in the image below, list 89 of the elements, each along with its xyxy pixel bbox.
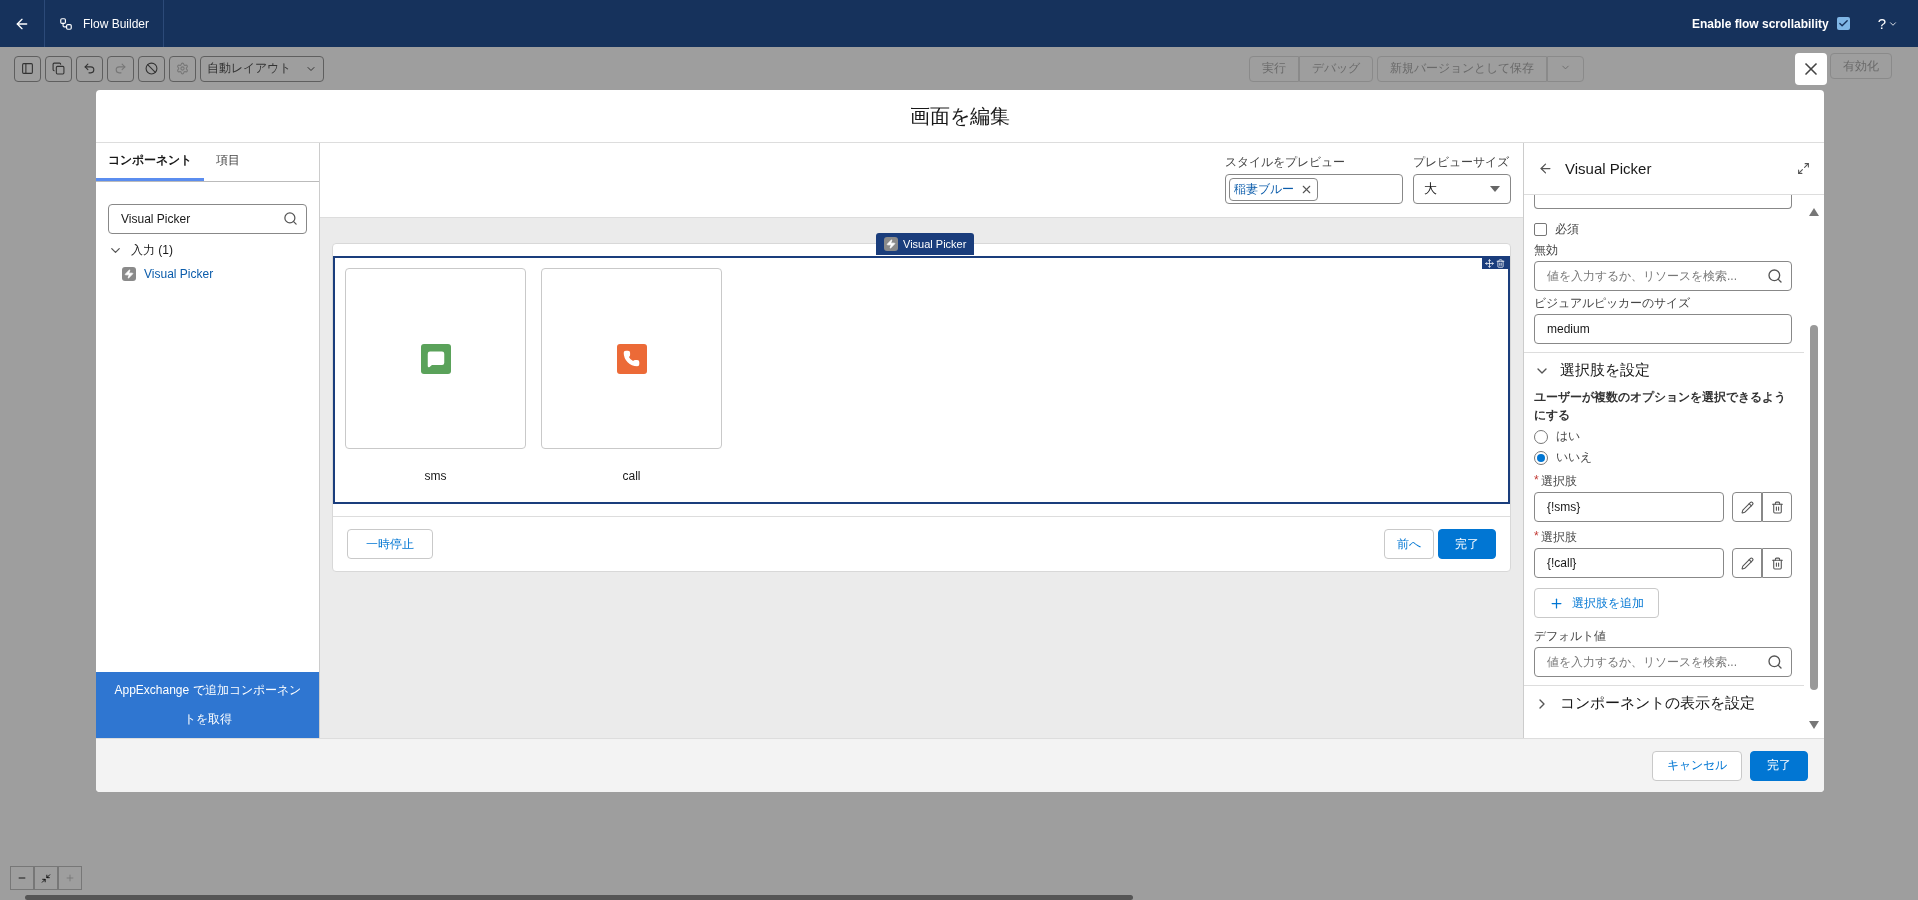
scroll-down-icon[interactable] xyxy=(1808,720,1820,730)
tag-label: Visual Picker xyxy=(903,238,967,250)
undo-button[interactable] xyxy=(76,55,103,82)
finish-button[interactable]: 完了 xyxy=(1438,529,1496,559)
trash-icon[interactable] xyxy=(1496,259,1505,268)
field-label: 無効 xyxy=(1534,242,1559,259)
lightning-icon xyxy=(122,267,136,281)
checkbox[interactable] xyxy=(1534,223,1547,236)
field-label: 選択肢 xyxy=(1540,473,1577,490)
required-mark: * xyxy=(1534,529,1539,545)
settings-button[interactable] xyxy=(169,55,196,82)
caret-icon xyxy=(1490,186,1500,192)
radio-label: いいえ xyxy=(1556,449,1592,466)
search-field[interactable]: Visual Picker xyxy=(108,204,307,234)
picker-tile[interactable] xyxy=(345,268,526,449)
trash-icon xyxy=(1770,556,1784,570)
search-icon xyxy=(1767,268,1783,284)
close-button[interactable] xyxy=(1795,53,1827,85)
help-menu[interactable]: ? xyxy=(1877,15,1898,32)
input-field[interactable]: 値を入力するか、リソースを検索... xyxy=(1534,647,1792,677)
cancel-button[interactable]: キャンセル xyxy=(1652,750,1742,781)
radio-label: はい xyxy=(1556,428,1580,445)
panel-title: Visual Picker xyxy=(1565,160,1652,177)
search-icon xyxy=(1767,654,1783,670)
done-button[interactable]: 完了 xyxy=(1750,750,1808,781)
required-mark: * xyxy=(1534,473,1539,489)
style-pill[interactable]: 稲妻ブルー xyxy=(1229,177,1318,201)
scrollability-label: Enable flow scrollability xyxy=(1691,16,1829,31)
trash-icon xyxy=(1770,500,1784,514)
plus-icon xyxy=(65,872,75,884)
section-header[interactable]: コンポーネントの表示を設定 xyxy=(1524,686,1804,721)
edit-button[interactable] xyxy=(1732,548,1762,578)
search-icon xyxy=(283,211,298,226)
modal-title: 画面を編集 xyxy=(96,90,1824,143)
edit-button[interactable] xyxy=(1732,492,1762,522)
add-choice-button[interactable]: 選択肢を追加 xyxy=(1534,588,1659,618)
panel-icon xyxy=(21,62,34,75)
question-label: ユーザーが複数のオプションを選択できるようにする xyxy=(1534,389,1787,424)
lightning-icon xyxy=(884,237,898,251)
field-label: 選択肢 xyxy=(1540,529,1577,546)
expand-icon[interactable] xyxy=(1797,162,1810,175)
appexchange-button[interactable]: AppExchange で追加コンポーネントを取得 xyxy=(96,672,319,738)
panel-toggle-button[interactable] xyxy=(14,55,41,82)
input-field[interactable]: medium xyxy=(1534,314,1792,344)
scroll-up-icon[interactable] xyxy=(1808,207,1820,217)
tab[interactable]: コンポーネント xyxy=(96,143,204,181)
tile-label: sms xyxy=(424,469,447,483)
field-label: ビジュアルピッカーのサイズ xyxy=(1534,295,1691,312)
tile-label: call xyxy=(622,469,641,483)
shrink-icon xyxy=(41,872,51,884)
checkbox[interactable] xyxy=(1836,17,1850,30)
layout-dropdown[interactable]: 自動レイアウト xyxy=(200,55,324,82)
ban-icon xyxy=(145,62,158,75)
delete-button[interactable] xyxy=(1762,548,1792,578)
picker-tile[interactable] xyxy=(541,268,722,449)
fit-button[interactable] xyxy=(34,866,58,890)
plus-icon xyxy=(1549,595,1564,611)
flow-icon xyxy=(59,16,73,31)
back-button[interactable]: 前へ xyxy=(1384,529,1434,559)
tab[interactable]: 項目 xyxy=(204,143,252,181)
style-field[interactable]: 稲妻ブルー xyxy=(1225,174,1403,204)
tree-group[interactable]: 入力 (1) xyxy=(96,234,319,259)
settings-icon xyxy=(176,62,189,75)
disable-button[interactable] xyxy=(138,55,165,82)
pencil-icon xyxy=(1740,556,1754,570)
phone-icon xyxy=(616,343,647,374)
checkbox-label: 必須 xyxy=(1555,221,1579,238)
field-label: スタイルをプレビュー xyxy=(1225,154,1346,171)
redo-icon xyxy=(114,62,127,75)
pause-button[interactable]: 一時停止 xyxy=(347,529,433,559)
undo-icon xyxy=(83,62,96,75)
redo-button[interactable] xyxy=(107,55,134,82)
input-field[interactable]: {!sms} xyxy=(1534,492,1724,522)
copy-button[interactable] xyxy=(45,55,72,82)
input-field[interactable]: 値を入力するか、リソースを検索... xyxy=(1534,261,1792,291)
move-icon[interactable] xyxy=(1485,259,1494,268)
pencil-icon xyxy=(1740,500,1754,514)
back-icon[interactable] xyxy=(1538,161,1553,176)
delete-button[interactable] xyxy=(1762,492,1792,522)
component-link[interactable]: Visual Picker xyxy=(144,267,214,281)
input-field[interactable]: {!call} xyxy=(1534,548,1724,578)
chat-bubble-icon xyxy=(420,343,451,374)
horizontal-scrollbar[interactable] xyxy=(25,895,1133,900)
section-header[interactable]: 選択肢を設定 xyxy=(1524,353,1804,388)
field-label: デフォルト値 xyxy=(1534,628,1607,645)
copy-icon xyxy=(52,62,65,75)
field-label: プレビューサイズ xyxy=(1413,154,1510,171)
app-title: Flow Builder xyxy=(83,16,150,31)
size-select[interactable]: 大 xyxy=(1413,174,1511,204)
